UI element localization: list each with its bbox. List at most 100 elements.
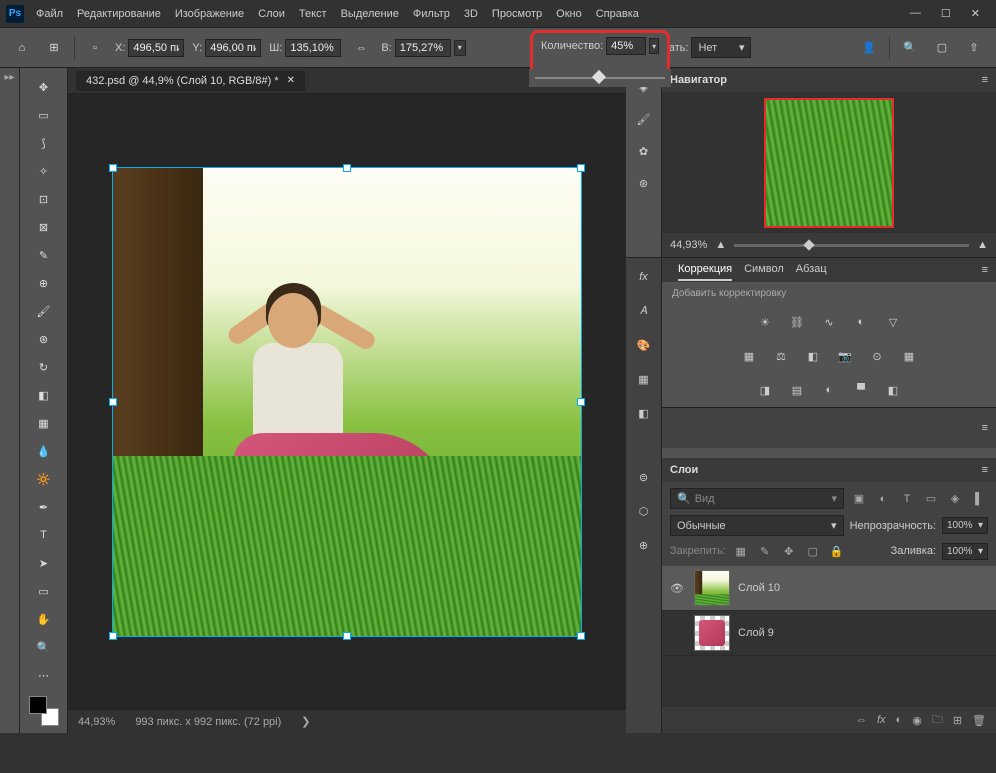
panel-menu-icon[interactable]: ≡ (982, 264, 988, 276)
status-zoom[interactable]: 44,93% (78, 716, 115, 728)
lasso-tool[interactable]: ⟆ (28, 130, 60, 156)
swatches-panel-icon[interactable]: ▦ (633, 368, 655, 390)
search-icon[interactable]: 🔍 (898, 36, 922, 60)
panel-menu-icon[interactable]: ≡ (982, 74, 988, 86)
frame-tool[interactable]: ⊠ (28, 214, 60, 240)
visibility-icon[interactable]: 👁 (670, 582, 686, 595)
y-input[interactable] (205, 39, 261, 57)
link-icon[interactable]: ⇔ (349, 36, 373, 60)
menu-type[interactable]: Текст (299, 8, 327, 20)
status-chevron-icon[interactable]: ❯ (301, 715, 310, 728)
menu-view[interactable]: Просмотр (492, 8, 542, 20)
person-icon[interactable]: 👤 (857, 36, 881, 60)
marquee-tool[interactable]: ▭ (28, 102, 60, 128)
eyedropper-tool[interactable]: ✎ (28, 242, 60, 268)
new-layer-icon[interactable]: ⊞ (953, 714, 962, 727)
transform-handle-bc[interactable] (343, 632, 351, 640)
transform-handle-tc[interactable] (343, 164, 351, 172)
transform-handle-tr[interactable] (577, 164, 585, 172)
w-input[interactable] (285, 39, 341, 57)
amount-slider[interactable] (535, 77, 665, 79)
posterize-icon[interactable]: ▤ (786, 379, 808, 401)
transform-handle-mr[interactable] (577, 398, 585, 406)
brush-panel-icon[interactable]: 🖌 (633, 108, 655, 130)
menu-help[interactable]: Справка (596, 8, 639, 20)
lock-pixels-icon[interactable]: ▦ (732, 542, 750, 560)
healing-tool[interactable]: ⊕ (28, 270, 60, 296)
protect-select[interactable]: Нет▾ (691, 37, 751, 58)
menu-3d[interactable]: 3D (464, 8, 478, 20)
hand-tool[interactable]: ✋ (28, 606, 60, 632)
filter-shape-icon[interactable]: ▭ (922, 490, 940, 508)
filter-adjust-icon[interactable]: ◐ (874, 490, 892, 508)
character-tab[interactable]: Символ (744, 259, 784, 281)
menu-select[interactable]: Выделение (341, 8, 399, 20)
layer-name[interactable]: Слой 10 (738, 582, 780, 594)
zoom-out-icon[interactable]: ▲ (715, 239, 726, 251)
vibrance-icon[interactable]: ▽ (882, 311, 904, 333)
zoom-in-icon[interactable]: ▲ (977, 239, 988, 251)
layer-thumbnail[interactable] (694, 570, 730, 606)
libraries-panel-icon[interactable]: ⬡ (633, 500, 655, 522)
pen-tool[interactable]: ✒ (28, 494, 60, 520)
paragraph-tab[interactable]: Абзац (796, 259, 827, 281)
transform-tool-icon[interactable]: ⊞ (42, 36, 66, 60)
mixer-icon[interactable]: ⊙ (866, 345, 888, 367)
panel-menu-icon[interactable]: ≡ (982, 422, 988, 434)
gradients-panel-icon[interactable]: ◧ (633, 402, 655, 424)
history-brush-tool[interactable]: ↻ (28, 354, 60, 380)
rectangle-tool[interactable]: ▭ (28, 578, 60, 604)
h-input[interactable] (395, 39, 451, 57)
close-button[interactable]: ✕ (971, 7, 980, 20)
menu-edit[interactable]: Редактирование (77, 8, 161, 20)
fx-icon[interactable]: fx (877, 714, 886, 726)
delete-layer-icon[interactable]: 🗑 (972, 714, 986, 727)
color-swatch[interactable] (29, 696, 59, 726)
transform-handle-tl[interactable] (109, 164, 117, 172)
threshold-icon[interactable]: ◐ (818, 379, 840, 401)
photo-filter-icon[interactable]: 📷 (834, 345, 856, 367)
filter-image-icon[interactable]: ▣ (850, 490, 868, 508)
path-select-tool[interactable]: ➤ (28, 550, 60, 576)
minimize-button[interactable]: — (910, 7, 921, 20)
glyphs-panel-icon[interactable]: 𝐴 (633, 300, 655, 322)
hue-icon[interactable]: ▦ (738, 345, 760, 367)
link-layers-icon[interactable]: ⇔ (856, 714, 867, 726)
filter-type-icon[interactable]: T (898, 490, 916, 508)
levels-icon[interactable]: ⛓ (786, 311, 808, 333)
layer-row[interactable]: 👁 Слой 10 (662, 566, 996, 611)
menu-window[interactable]: Окно (556, 8, 582, 20)
frame-icon[interactable]: ▢ (930, 36, 954, 60)
filter-smart-icon[interactable]: ◈ (946, 490, 964, 508)
layers-tab[interactable]: Слои (670, 464, 698, 476)
layer-name[interactable]: Слой 9 (738, 627, 774, 639)
close-tab-icon[interactable]: ✕ (287, 75, 295, 86)
document-tab[interactable]: 432.psd @ 44,9% (Слой 10, RGB/8#) * ✕ (76, 71, 305, 91)
lock-all-icon[interactable]: 🔒 (828, 542, 846, 560)
adjustments-tab[interactable]: Коррекция (678, 259, 732, 281)
invert-icon[interactable]: ◨ (754, 379, 776, 401)
brushes-panel-icon[interactable]: ✿ (633, 140, 655, 162)
share-icon[interactable]: ⇧ (962, 36, 986, 60)
image-canvas[interactable] (112, 167, 582, 637)
gradient-map-icon[interactable]: ▀ (850, 379, 872, 401)
bw-icon[interactable]: ◧ (802, 345, 824, 367)
navigator-zoom-slider[interactable] (734, 244, 969, 247)
blur-tool[interactable]: 💧 (28, 438, 60, 464)
more-tools[interactable]: ⋯ (28, 662, 60, 688)
selective-icon[interactable]: ◧ (882, 379, 904, 401)
amount-input[interactable] (606, 37, 646, 55)
brush-tool[interactable]: 🖌 (28, 298, 60, 324)
opacity-input[interactable]: 100%▾ (942, 517, 988, 534)
paths-panel-icon[interactable]: ⊕ (633, 534, 655, 556)
curves-icon[interactable]: ∿ (818, 311, 840, 333)
exposure-icon[interactable]: ◐ (850, 311, 872, 333)
navigator-thumbnail[interactable] (764, 98, 894, 228)
type-tool[interactable]: T (28, 522, 60, 548)
eraser-tool[interactable]: ◧ (28, 382, 60, 408)
adjustment-layer-icon[interactable]: ◉ (912, 714, 922, 727)
menu-layer[interactable]: Слои (258, 8, 285, 20)
fx-panel-icon[interactable]: fx (633, 266, 655, 288)
panel-menu-icon[interactable]: ≡ (982, 464, 988, 476)
transform-handle-bl[interactable] (109, 632, 117, 640)
